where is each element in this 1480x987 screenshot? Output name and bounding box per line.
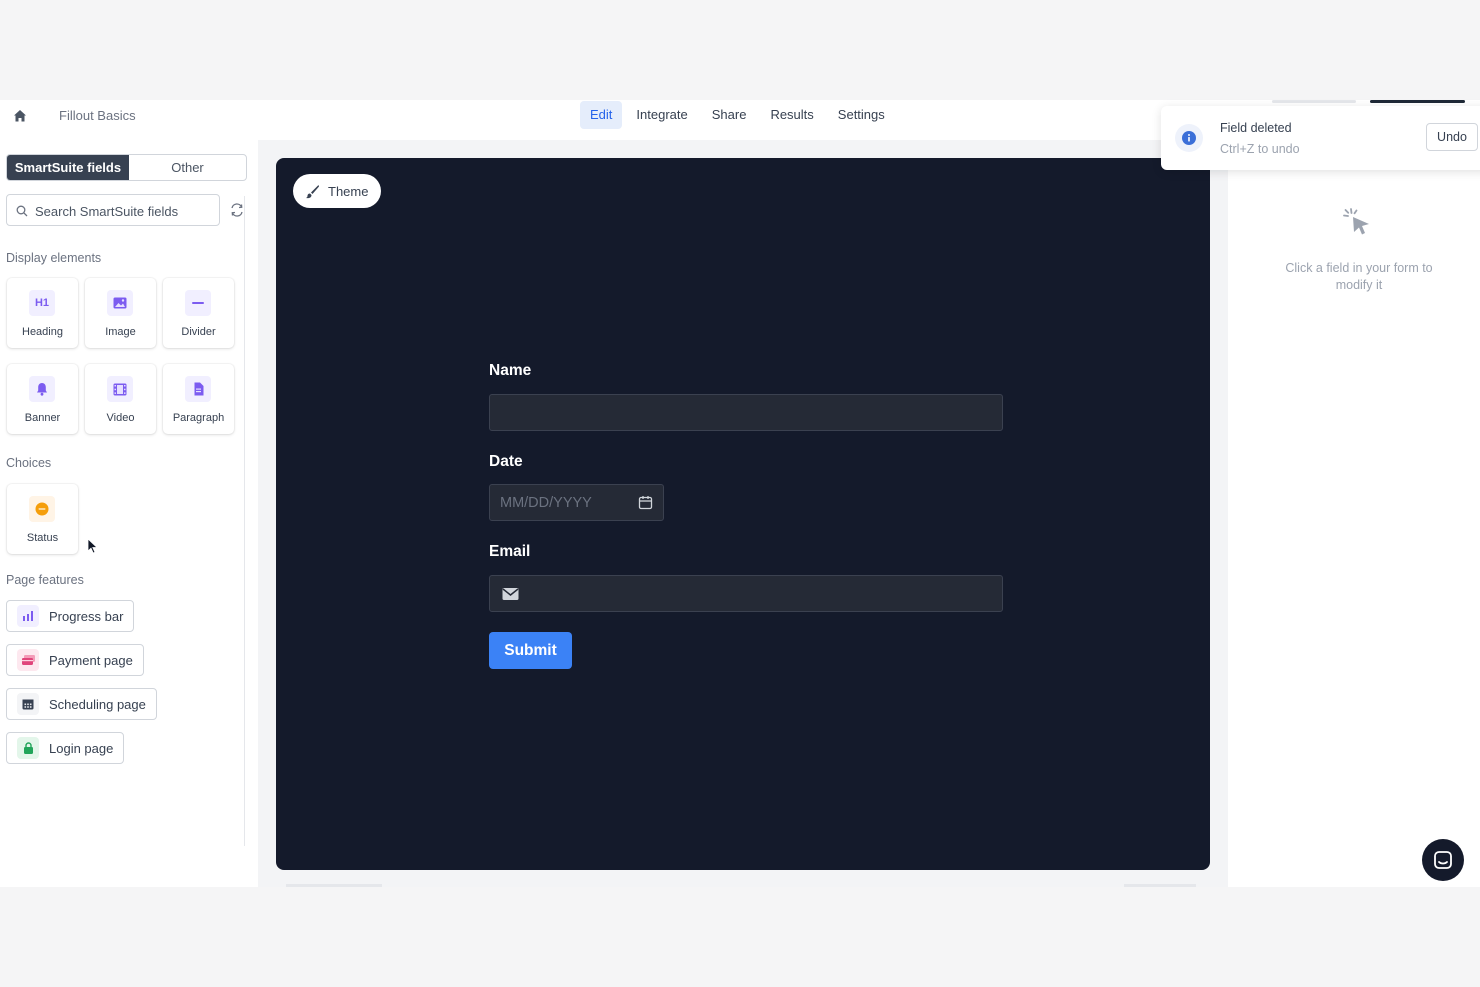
form-preview[interactable]: Theme Name Date MM/DD/YYYY Email Submit	[276, 158, 1210, 870]
theme-button[interactable]: Theme	[293, 174, 381, 208]
date-label: Date	[489, 453, 523, 470]
chat-support-button[interactable]	[1422, 839, 1464, 881]
paintbrush-icon	[306, 184, 319, 198]
divider-icon	[185, 290, 211, 316]
properties-panel: Click a field in your form to modify it	[1228, 140, 1480, 887]
tab-settings[interactable]: Settings	[828, 101, 895, 129]
mouse-pointer-icon	[87, 538, 99, 554]
app-window: Fillout Basics Edit Integrate Share Resu…	[0, 100, 1480, 887]
tile-heading[interactable]: H1 Heading	[7, 278, 78, 348]
lock-icon	[17, 737, 39, 759]
name-input[interactable]	[489, 394, 1003, 431]
bar-chart-icon	[17, 605, 39, 627]
empty-selection-hint: Click a field in your form to modify it	[1285, 261, 1433, 292]
feature-progress-bar[interactable]: Progress bar	[6, 600, 135, 632]
email-input[interactable]	[489, 575, 1003, 612]
feature-login-page[interactable]: Login page	[6, 732, 125, 764]
tile-image[interactable]: Image	[85, 278, 156, 348]
segment-smartsuite-fields[interactable]: SmartSuite fields	[7, 155, 129, 180]
info-icon	[1175, 124, 1203, 152]
tile-status[interactable]: Status	[7, 484, 78, 554]
canvas-footer-element	[286, 884, 382, 887]
toast-subtitle: Ctrl+Z to undo	[1220, 142, 1300, 156]
tile-label: Banner	[24, 412, 61, 424]
hidden-toolbar-button[interactable]	[1272, 100, 1356, 103]
document-icon	[185, 376, 211, 402]
tab-integrate[interactable]: Integrate	[626, 101, 697, 129]
undo-button[interactable]: Undo	[1426, 123, 1478, 151]
field-sidebar: SmartSuite fields Other Display elements…	[0, 140, 248, 887]
tile-label: Video	[106, 412, 135, 424]
field-search	[6, 194, 220, 226]
sidebar-divider	[244, 196, 245, 846]
section-choices: Choices	[6, 456, 52, 470]
image-icon	[107, 290, 133, 316]
toast-title: Field deleted	[1220, 121, 1292, 135]
calendar-icon	[17, 693, 39, 715]
main-nav: Edit Integrate Share Results Settings	[580, 101, 895, 129]
tile-paragraph[interactable]: Paragraph	[163, 364, 234, 434]
calendar-icon[interactable]	[638, 495, 653, 510]
cursor-click-icon	[1343, 208, 1369, 235]
date-input[interactable]: MM/DD/YYYY	[489, 484, 664, 521]
tab-share[interactable]: Share	[702, 101, 757, 129]
chat-icon	[1434, 851, 1452, 869]
heading-icon: H1	[29, 290, 55, 316]
app-title[interactable]: Fillout Basics	[59, 108, 136, 123]
feature-label: Scheduling page	[49, 696, 146, 712]
tile-banner[interactable]: Banner	[7, 364, 78, 434]
submit-button[interactable]: Submit	[489, 632, 572, 669]
mail-icon	[502, 588, 519, 600]
feature-label: Payment page	[49, 652, 133, 668]
tile-label: Paragraph	[172, 412, 225, 424]
theme-label: Theme	[328, 183, 369, 199]
date-placeholder: MM/DD/YYYY	[500, 495, 592, 511]
feature-label: Login page	[49, 740, 114, 756]
refresh-icon[interactable]	[229, 202, 245, 218]
section-display-elements: Display elements	[6, 251, 102, 265]
tab-results[interactable]: Results	[760, 101, 823, 129]
tile-divider[interactable]: Divider	[163, 278, 234, 348]
form-canvas: Theme Name Date MM/DD/YYYY Email Submit	[258, 140, 1228, 887]
field-deleted-toast: Field deleted Ctrl+Z to undo Undo	[1161, 106, 1480, 170]
canvas-footer-element	[1124, 884, 1196, 887]
feature-label: Progress bar	[49, 608, 124, 624]
feature-payment-page[interactable]: Payment page	[6, 644, 144, 676]
credit-card-icon	[17, 649, 39, 671]
tab-edit[interactable]: Edit	[580, 101, 623, 129]
email-label: Email	[489, 543, 531, 560]
tile-video[interactable]: Video	[85, 364, 156, 434]
hidden-publish-button[interactable]	[1370, 100, 1465, 103]
field-source-toggle: SmartSuite fields Other	[6, 154, 247, 181]
home-icon[interactable]	[12, 108, 28, 124]
search-input[interactable]	[35, 201, 215, 221]
name-label: Name	[489, 362, 532, 379]
section-page-features: Page features	[6, 573, 84, 587]
feature-scheduling-page[interactable]: Scheduling page	[6, 688, 157, 720]
search-icon	[16, 205, 28, 217]
tile-label: Heading	[22, 326, 63, 338]
film-icon	[107, 376, 133, 402]
bell-icon	[29, 376, 55, 402]
tile-label: Status	[26, 532, 59, 544]
segment-other[interactable]: Other	[129, 155, 246, 180]
status-icon	[29, 496, 55, 522]
tile-label: Image	[105, 326, 136, 338]
tile-label: Divider	[181, 326, 216, 338]
